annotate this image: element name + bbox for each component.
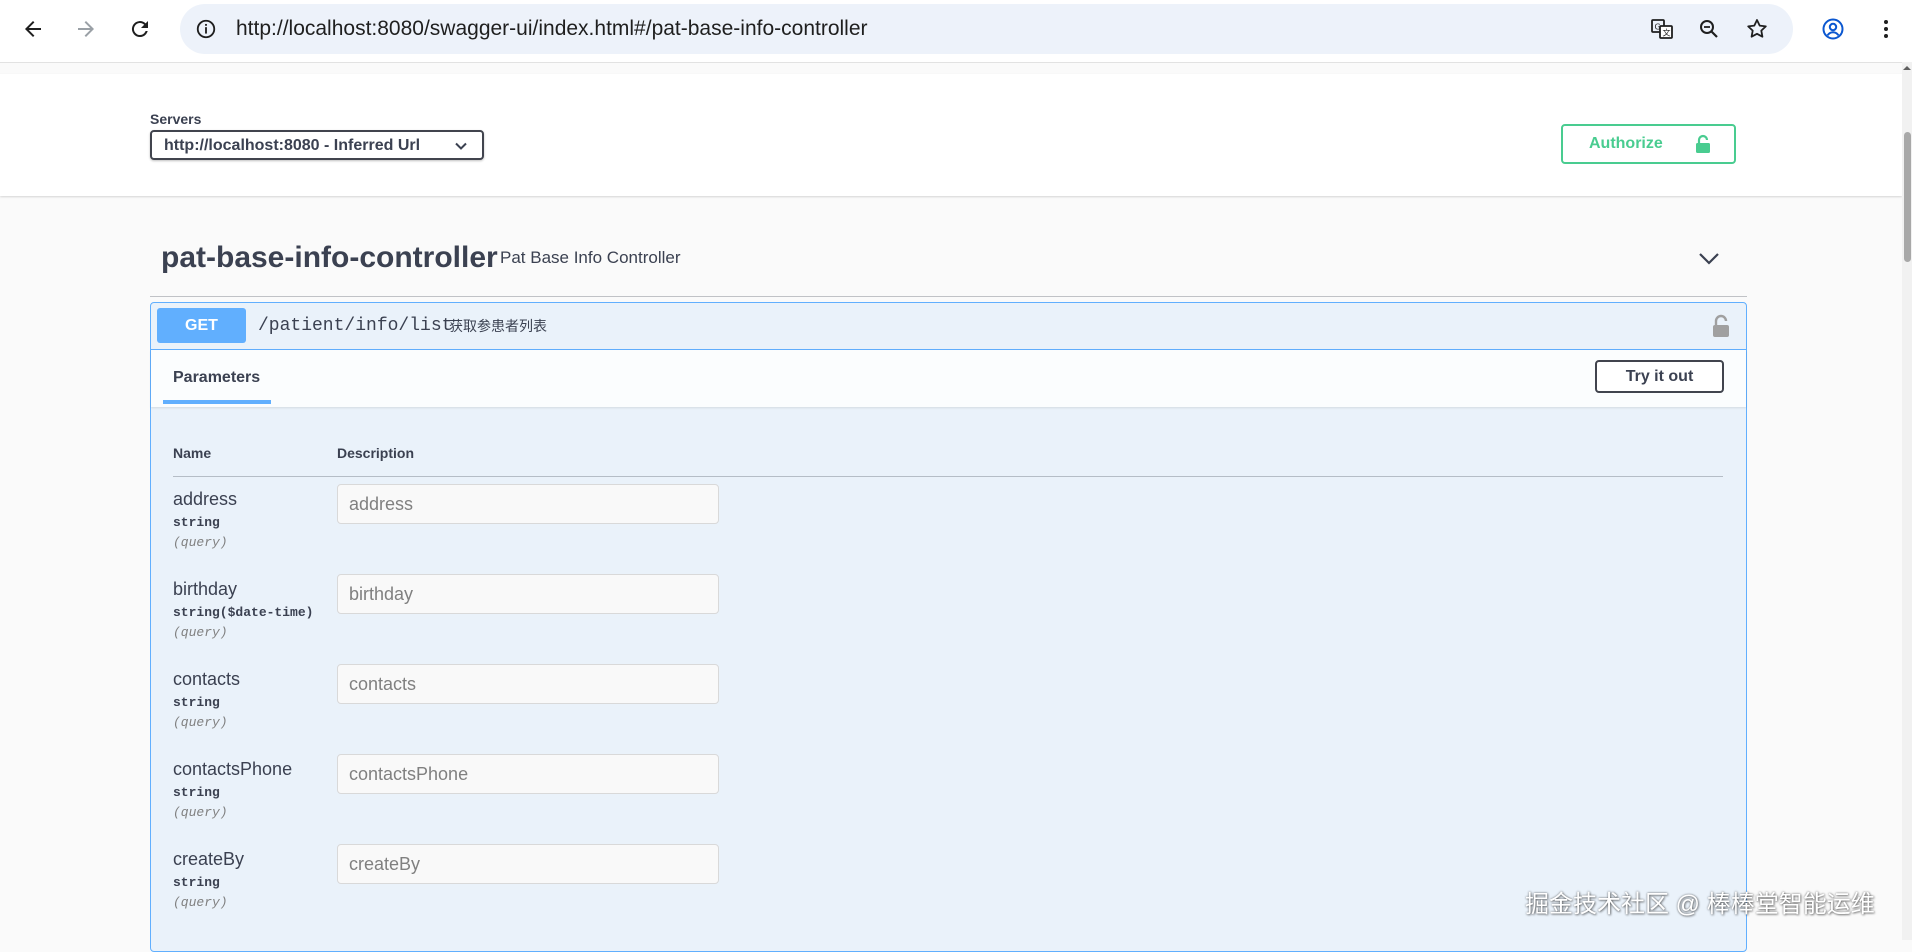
parameter-type: string [173, 875, 220, 890]
parameter-name: contactsPhone [173, 759, 293, 779]
unlock-icon[interactable] [1710, 314, 1732, 338]
parameter-location: (query) [173, 895, 228, 910]
browser-toolbar: http://localhost:8080/swagger-ui/index.h… [0, 0, 1912, 63]
column-description: Description [337, 445, 415, 461]
parameter-name: birthday [173, 579, 238, 599]
page-scrollbar[interactable] [1902, 62, 1912, 940]
parameters-tab-header: Parameters Try it out [151, 350, 1746, 407]
authorize-button[interactable]: Authorize [1561, 124, 1736, 164]
contacts-phone-input[interactable] [337, 754, 719, 794]
star-icon[interactable] [1743, 15, 1771, 43]
address-bar[interactable]: http://localhost:8080/swagger-ui/index.h… [180, 4, 1793, 54]
parameter-type: string [173, 695, 220, 710]
url-text: http://localhost:8080/swagger-ui/index.h… [236, 17, 868, 40]
parameter-location: (query) [173, 715, 228, 730]
tag-description: Pat Base Info Controller [500, 248, 681, 267]
operation-block-get: GET /patient/info/list 获取参患者列表 Parameter… [150, 302, 1747, 952]
parameter-location: (query) [173, 625, 228, 640]
profile-icon[interactable] [1815, 11, 1851, 47]
parameter-type: string($date-time) [173, 605, 314, 620]
birthday-input[interactable] [337, 574, 719, 614]
authorize-label: Authorize [1589, 135, 1663, 152]
translate-icon[interactable]: G文 [1648, 15, 1676, 43]
parameter-location: (query) [173, 805, 228, 820]
reload-icon[interactable] [122, 11, 158, 47]
tag-name: pat-base-info-controller [161, 241, 498, 274]
scheme-container: Servers http://localhost:8080 - Inferred… [0, 74, 1902, 196]
unlock-icon [1696, 134, 1710, 153]
parameter-row: birthday string($date-time) (query) [173, 574, 1723, 669]
http-method-badge: GET [157, 308, 246, 343]
parameters-table-header: Name Description [173, 433, 1723, 477]
watermark: 掘金技术社区 @ 棒棒堂智能运维 [1525, 891, 1875, 918]
tag-section-header[interactable]: pat-base-info-controller Pat Base Info C… [150, 220, 1747, 297]
parameter-type: string [173, 515, 220, 530]
parameter-row: address string (query) [173, 484, 1723, 579]
forward-icon[interactable] [68, 11, 104, 47]
tab-active-indicator [163, 400, 271, 404]
operation-summary[interactable]: GET /patient/info/list 获取参患者列表 [151, 303, 1746, 350]
chevron-down-icon [455, 142, 467, 150]
parameter-name: address [173, 489, 238, 509]
parameter-location: (query) [173, 535, 228, 550]
scroll-up-icon[interactable] [1903, 64, 1911, 72]
parameter-row: contactsPhone string (query) [173, 754, 1723, 849]
contacts-input[interactable] [337, 664, 719, 704]
parameter-row: contacts string (query) [173, 664, 1723, 759]
servers-select[interactable]: http://localhost:8080 - Inferred Url [150, 130, 484, 160]
site-info-icon[interactable] [192, 15, 220, 43]
parameter-name: createBy [173, 849, 245, 869]
create-by-input[interactable] [337, 844, 719, 884]
try-it-out-button[interactable]: Try it out [1595, 360, 1724, 393]
zoom-icon[interactable] [1695, 15, 1723, 43]
tab-parameters[interactable]: Parameters [173, 350, 260, 406]
scrollbar-thumb[interactable] [1904, 132, 1911, 262]
parameter-name: contacts [173, 669, 241, 689]
parameter-type: string [173, 785, 220, 800]
operation-path: /patient/info/list [258, 316, 453, 336]
servers-label: Servers [150, 111, 202, 127]
parameter-row: createBy string (query) [173, 844, 1723, 939]
back-icon[interactable] [15, 11, 51, 47]
menu-icon[interactable] [1868, 11, 1904, 47]
operation-summary-text: 获取参患者列表 [449, 318, 547, 334]
servers-selected-value: http://localhost:8080 - Inferred Url [164, 137, 421, 154]
column-name: Name [173, 445, 212, 461]
svg-text:文: 文 [1663, 28, 1671, 38]
chevron-down-icon[interactable] [1697, 246, 1721, 270]
address-input[interactable] [337, 484, 719, 524]
